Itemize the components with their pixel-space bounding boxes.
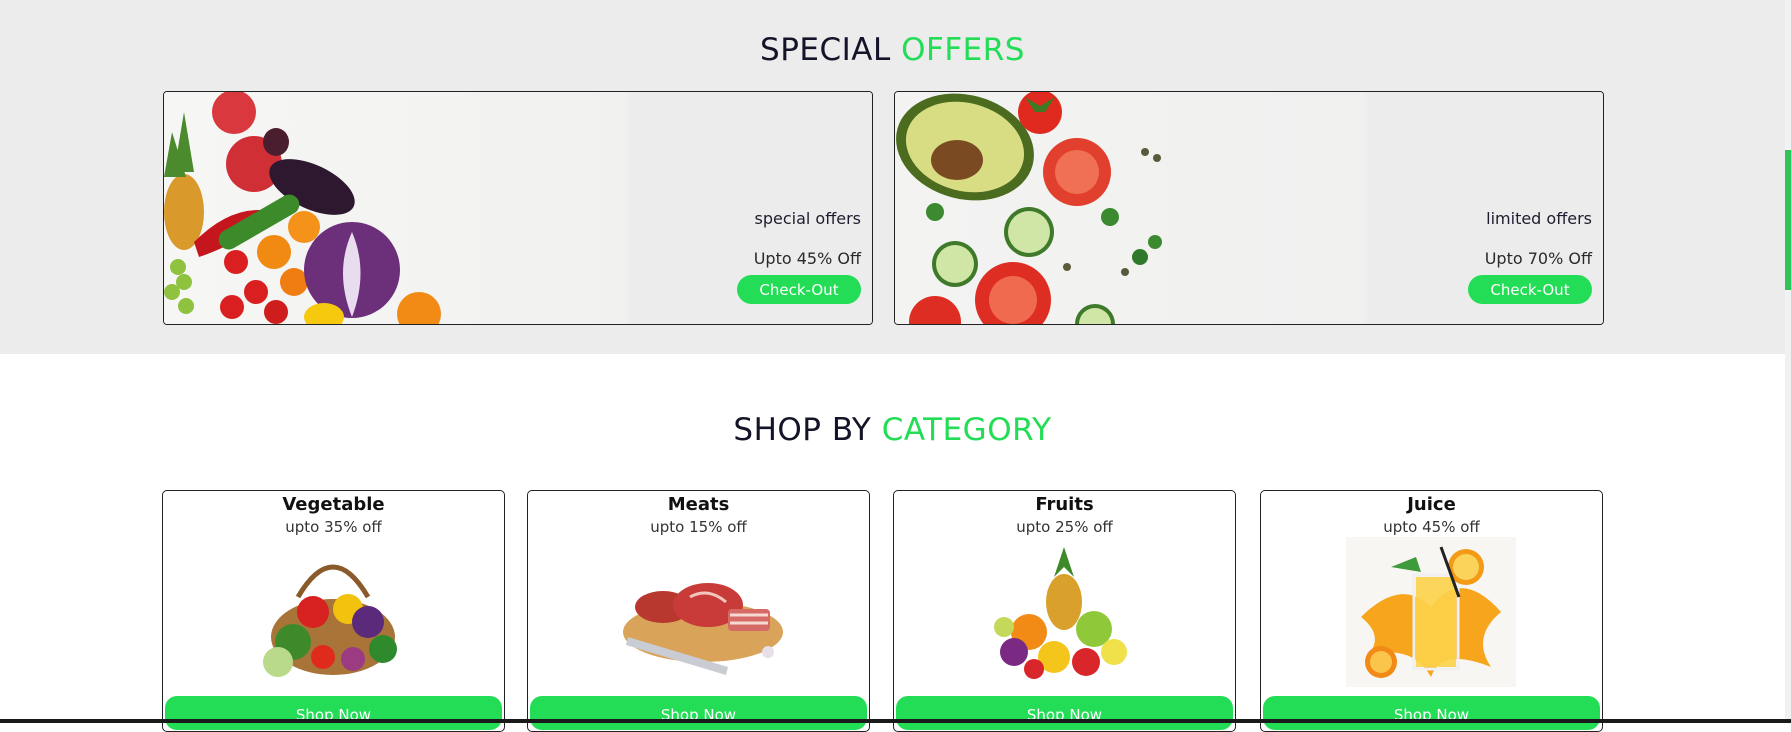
special-offers-banner: special offers Upto 45% Off Check-Out bbox=[163, 91, 873, 325]
bottom-edge-divider bbox=[0, 719, 1791, 723]
banner-subtitle: Upto 70% Off bbox=[1484, 249, 1592, 268]
checkout-button[interactable]: Check-Out bbox=[1468, 275, 1592, 304]
category-card-fruits: Fruits upto 25% off Shop Now bbox=[893, 490, 1236, 732]
heading-part-2: OFFERS bbox=[901, 32, 1025, 68]
orange-juice-image bbox=[1346, 537, 1516, 687]
banner-title: limited offers bbox=[1486, 209, 1592, 228]
shop-now-button[interactable]: Shop Now bbox=[165, 696, 502, 730]
category-name: Meats bbox=[667, 494, 730, 515]
heading-part-1: SPECIAL bbox=[760, 32, 891, 68]
shop-now-button[interactable]: Shop Now bbox=[896, 696, 1233, 730]
special-offers-section: SPECIAL OFFERS special offers Upto 45% O… bbox=[0, 0, 1785, 354]
heading-part-1: SHOP BY bbox=[733, 412, 872, 448]
category-discount: upto 45% off bbox=[1383, 518, 1480, 536]
category-discount: upto 35% off bbox=[285, 518, 382, 536]
category-discount: upto 15% off bbox=[650, 518, 747, 536]
category-name: Vegetable bbox=[282, 494, 385, 515]
checkout-button[interactable]: Check-Out bbox=[737, 275, 861, 304]
meats-board-image bbox=[623, 583, 783, 675]
category-card-vegetable: Vegetable upto 35% off Shop Now bbox=[162, 490, 505, 732]
vegetable-basket-image bbox=[263, 564, 397, 677]
category-discount: upto 25% off bbox=[1016, 518, 1113, 536]
shop-now-button[interactable]: Shop Now bbox=[530, 696, 867, 730]
shop-now-button[interactable]: Shop Now bbox=[1263, 696, 1600, 730]
category-name: Juice bbox=[1407, 494, 1456, 515]
shop-by-category-heading: SHOP BY CATEGORY bbox=[0, 412, 1785, 448]
category-card-juice: Juice upto 45% off Shop Now bbox=[1260, 490, 1603, 732]
category-name: Fruits bbox=[1035, 494, 1094, 515]
page-scrollbar[interactable] bbox=[1785, 0, 1791, 723]
category-card-meats: Meats upto 15% off Shop Now bbox=[527, 490, 870, 732]
fruits-pile-image bbox=[994, 547, 1127, 679]
banner-subtitle: Upto 45% Off bbox=[753, 249, 861, 268]
special-offers-heading: SPECIAL OFFERS bbox=[0, 32, 1785, 68]
scrollbar-thumb[interactable] bbox=[1785, 150, 1791, 290]
limited-offers-banner: limited offers Upto 70% Off Check-Out bbox=[894, 91, 1604, 325]
heading-part-2: CATEGORY bbox=[881, 412, 1052, 448]
banner-title: special offers bbox=[754, 209, 861, 228]
